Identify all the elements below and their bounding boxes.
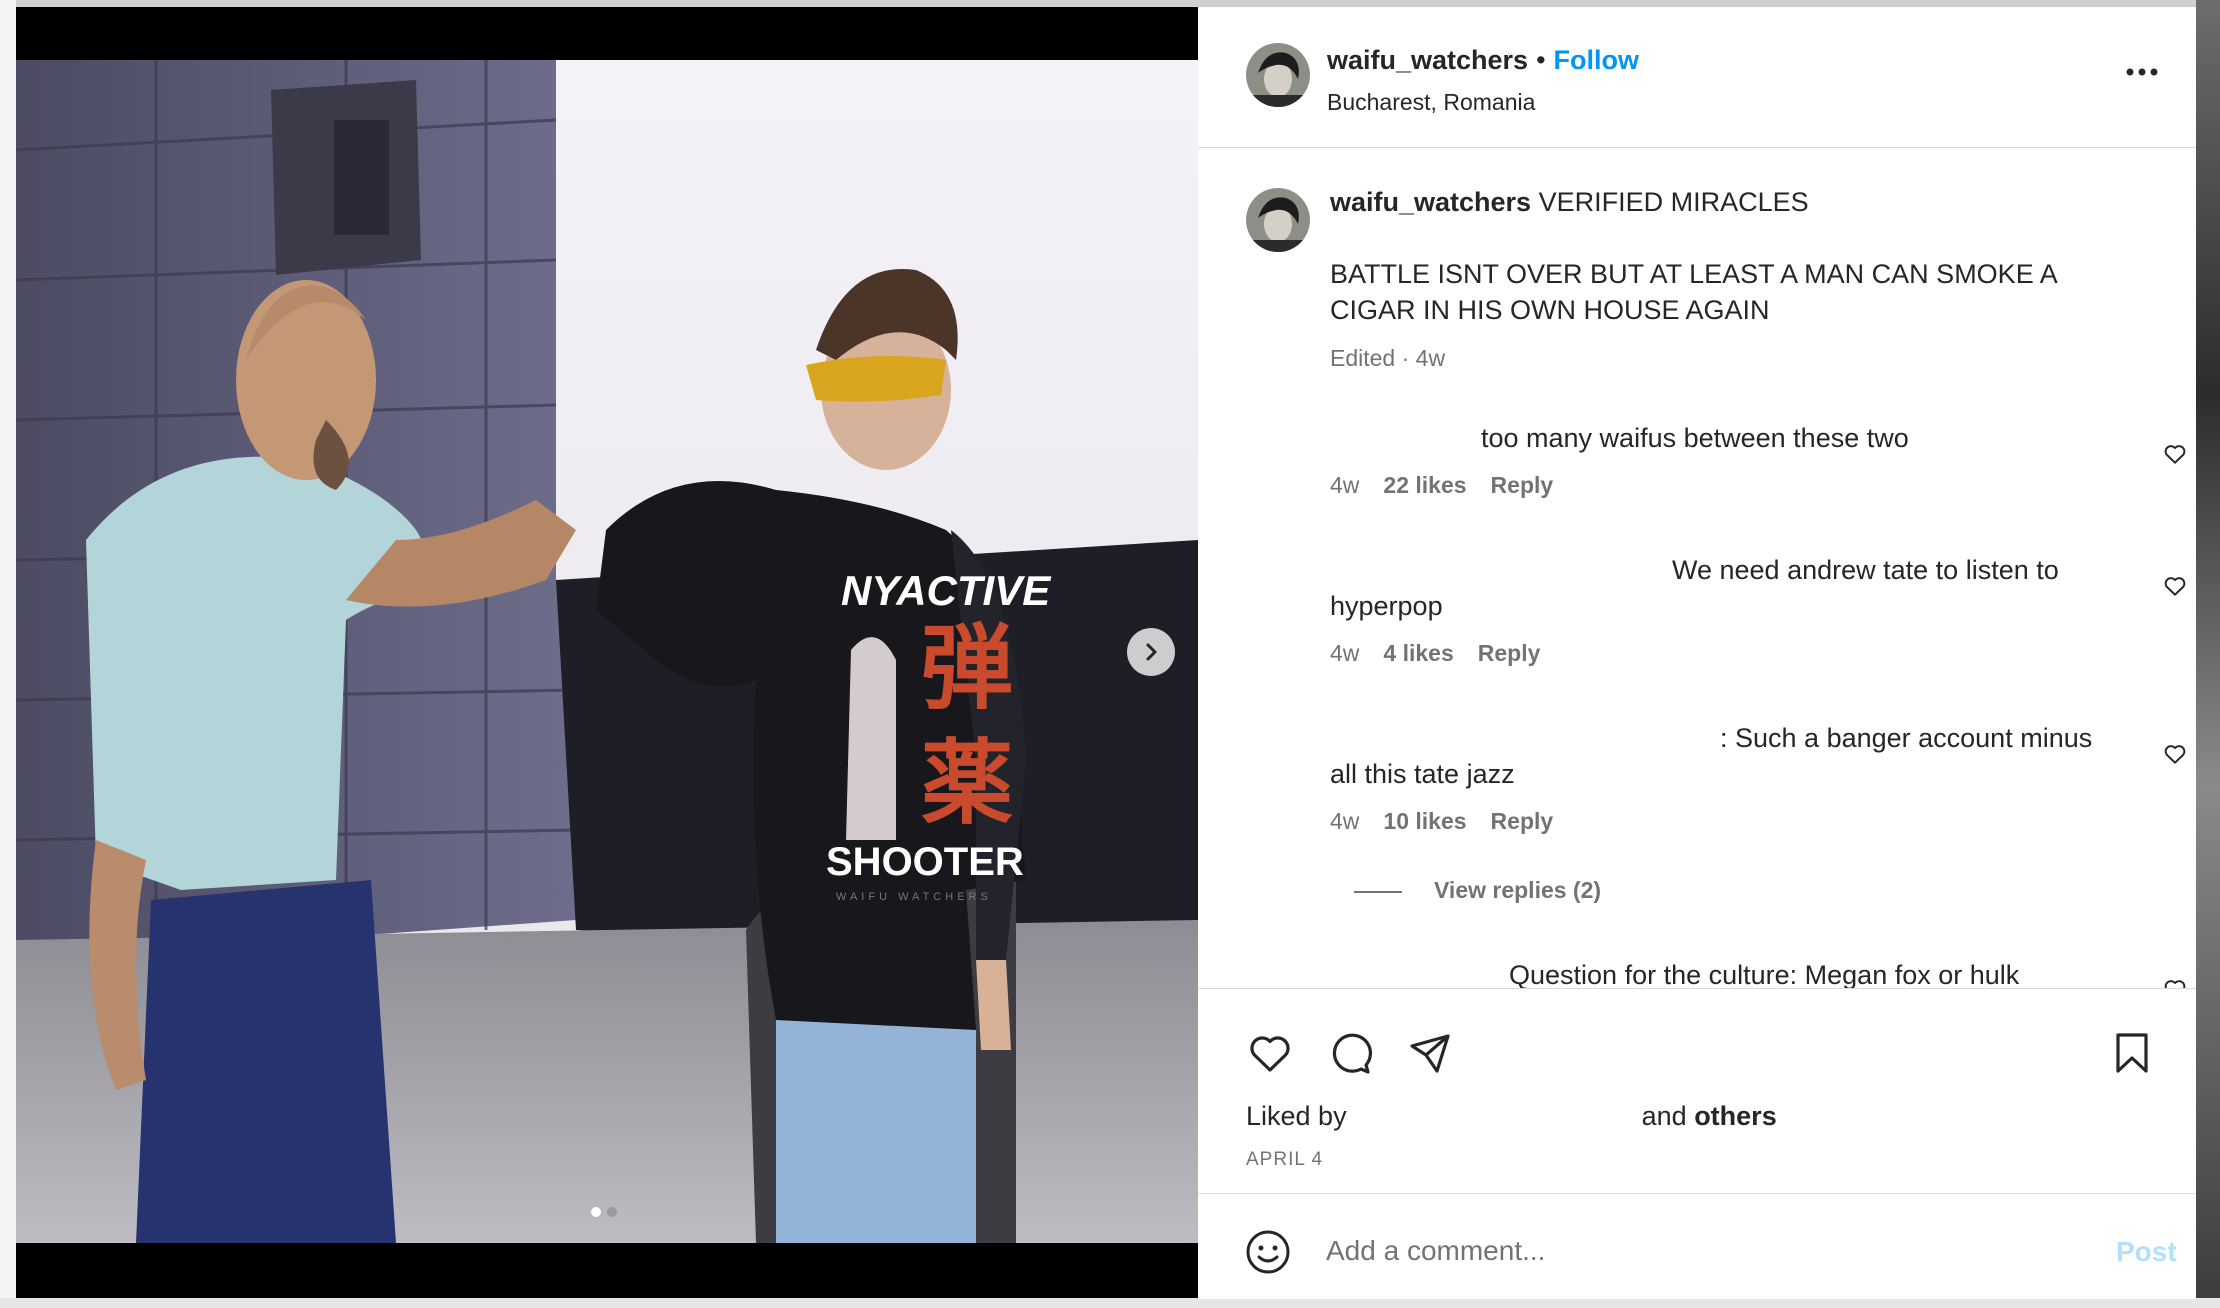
shirt-kanji-2: 薬 (921, 730, 1013, 837)
comments-section[interactable]: waifu_watchers VERIFIED MIRACLES BATTLE … (1198, 148, 2196, 988)
post-media[interactable]: NYACTIVE SHOOTER WAIFU WATCHERS 弾 薬 (16, 7, 1198, 1298)
carousel-dot (607, 1207, 617, 1217)
carousel-dot-active (591, 1207, 601, 1217)
comment-3-meta: 4w 10 likes Reply (1330, 808, 1577, 835)
author-avatar[interactable] (1246, 43, 1310, 107)
background-left-strip (0, 0, 16, 1308)
background-top-strip (0, 0, 2220, 7)
liked-by-summary: Liked by and others (1246, 1101, 1777, 1132)
liked-by-and: and (1641, 1101, 1687, 1131)
caption-avatar[interactable] (1246, 188, 1310, 252)
post-header: waifu_watchers • Follow Bucharest, Romania (1198, 7, 2196, 148)
caption-meta: Edited · 4w (1330, 345, 1446, 371)
shirt-text-small: WAIFU WATCHERS (836, 891, 992, 903)
comment-2-meta: 4w 4 likes Reply (1330, 640, 1564, 667)
comment-4-text: Question for the culture: Megan fox or h… (1509, 960, 2020, 988)
more-options-button[interactable] (2118, 57, 2166, 87)
post-date[interactable]: APRIL 4 (1246, 1149, 1323, 1171)
emoji-icon[interactable] (1244, 1228, 1292, 1276)
avatar-image (1246, 188, 1310, 252)
shirt-kanji-1: 弾 (921, 615, 1013, 722)
comment-1-reply[interactable]: Reply (1491, 472, 1554, 498)
bookmark-icon[interactable] (2108, 1029, 2156, 1077)
comment-3-line-2: all this tate jazz (1330, 759, 1515, 789)
background-right-strip (2196, 0, 2220, 1308)
post-modal: NYACTIVE SHOOTER WAIFU WATCHERS 弾 薬 waif… (16, 7, 2196, 1299)
comment-2-reply[interactable]: Reply (1478, 640, 1541, 666)
comment-3-line-1: : Such a banger account minus (1720, 723, 2093, 753)
caption-title: VERIFIED MIRACLES (1538, 187, 1809, 217)
caption-line-1: BATTLE ISNT OVER BUT AT LEAST A MAN CAN … (1330, 259, 2058, 289)
caption-line-2: CIGAR IN HIS OWN HOUSE AGAIN (1330, 295, 1770, 325)
comment-3-time: 4w (1330, 808, 1360, 834)
view-replies-line (1354, 891, 1402, 893)
liked-by-prefix: Liked by (1246, 1101, 1347, 1131)
heart-icon[interactable] (1246, 1029, 1294, 1077)
comment-2-line-1: We need andrew tate to listen to (1672, 555, 2059, 585)
comment-3-reply[interactable]: Reply (1491, 808, 1554, 834)
comment-3-like-heart-icon[interactable] (2162, 741, 2188, 767)
comment-2-like-heart-icon[interactable] (2162, 573, 2188, 599)
chevron-right-icon (1146, 643, 1157, 661)
post-comment-button[interactable]: Post (2116, 1236, 2177, 1268)
view-replies-link[interactable]: View replies (2) (1434, 877, 1601, 904)
background-bottom-strip (0, 1298, 2220, 1308)
post-header-line: waifu_watchers • Follow (1327, 45, 1639, 76)
comment-2-likes[interactable]: 4 likes (1383, 640, 1453, 666)
comment-1-likes[interactable]: 22 likes (1383, 472, 1466, 498)
comment-2-time: 4w (1330, 640, 1360, 666)
carousel-indicator (591, 1207, 617, 1217)
post-location[interactable]: Bucharest, Romania (1327, 89, 1535, 116)
caption-username[interactable]: waifu_watchers (1330, 187, 1531, 217)
liked-by-others-link[interactable]: others (1694, 1101, 1777, 1131)
comment-2-line-2: hyperpop (1330, 591, 1443, 621)
caption-heading: waifu_watchers VERIFIED MIRACLES (1330, 184, 1809, 221)
post-side-panel: waifu_watchers • Follow Bucharest, Romania (1198, 7, 2196, 1299)
avatar-image (1246, 43, 1310, 107)
comment-input[interactable] (1324, 1224, 2008, 1278)
author-username[interactable]: waifu_watchers (1327, 45, 1528, 75)
comment-4-like-heart-icon[interactable] (2162, 976, 2188, 988)
comment-3-likes[interactable]: 10 likes (1383, 808, 1466, 834)
follow-button[interactable]: Follow (1554, 45, 1639, 75)
comment-1-meta: 4w 22 likes Reply (1330, 472, 1577, 499)
shirt-text-top: NYACTIVE (841, 567, 1052, 614)
comment-1-time: 4w (1330, 472, 1360, 498)
add-comment-bar: Post (1198, 1193, 2196, 1299)
comment-1-text: too many waifus between these two (1481, 423, 1909, 453)
comment-1-like-heart-icon[interactable] (2162, 441, 2188, 467)
header-separator: • (1536, 45, 1546, 75)
comment-icon[interactable] (1326, 1029, 1374, 1077)
more-icon (2126, 68, 2158, 76)
carousel-next-button[interactable] (1127, 628, 1175, 676)
post-photo: NYACTIVE SHOOTER WAIFU WATCHERS 弾 薬 (16, 60, 1198, 1243)
share-icon[interactable] (1406, 1029, 1454, 1077)
post-actions: Liked by and others APRIL 4 (1198, 988, 2196, 1200)
shirt-text-bottom: SHOOTER (826, 840, 1024, 884)
